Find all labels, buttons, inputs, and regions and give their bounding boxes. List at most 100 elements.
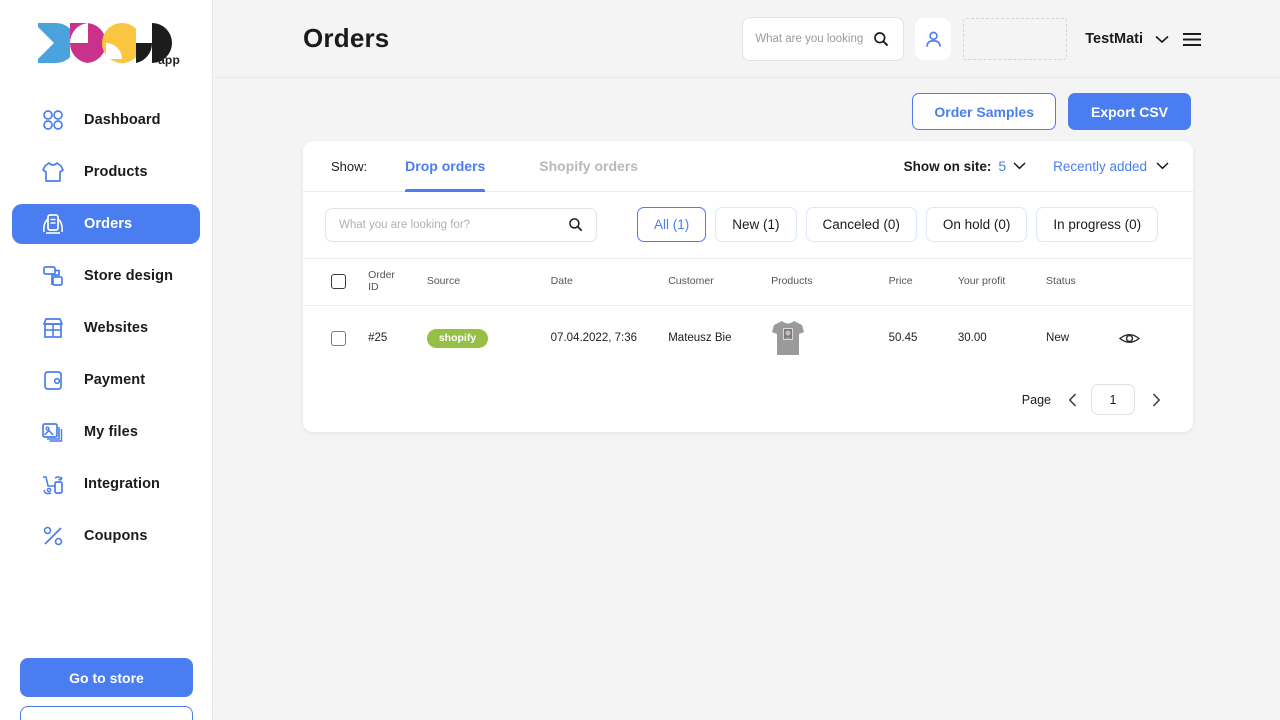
show-on-site-select[interactable]: Show on site: 5 bbox=[904, 158, 1027, 174]
order-samples-button[interactable]: Order Samples bbox=[912, 93, 1056, 130]
user-avatar-button[interactable] bbox=[915, 18, 951, 60]
sidebar-item-label: Coupons bbox=[84, 528, 148, 544]
show-on-site-value: 5 bbox=[998, 158, 1006, 174]
row-checkbox[interactable] bbox=[331, 331, 346, 346]
col-products: Products bbox=[771, 259, 889, 306]
cell-date: 07.04.2022, 7:36 bbox=[551, 306, 669, 371]
paint-roller-icon bbox=[40, 263, 66, 289]
pagination: Page 1 bbox=[303, 370, 1193, 432]
sidebar-item-my-files[interactable]: My files bbox=[12, 412, 200, 452]
chevron-right-icon bbox=[1152, 393, 1161, 407]
tab-drop-orders[interactable]: Drop orders bbox=[405, 141, 485, 192]
col-price: Price bbox=[889, 259, 958, 306]
user-name: TestMati bbox=[1085, 31, 1143, 47]
sidebar-item-label: Products bbox=[84, 164, 148, 180]
cell-actions bbox=[1119, 306, 1193, 371]
filter-chip-all[interactable]: All (1) bbox=[637, 207, 706, 242]
chevron-down-icon[interactable] bbox=[1155, 35, 1169, 44]
sidebar-item-label: Websites bbox=[84, 320, 148, 336]
sidebar-item-label: Orders bbox=[84, 216, 132, 232]
tshirt-thumbnail-icon bbox=[771, 319, 805, 357]
filter-chip-new[interactable]: New (1) bbox=[715, 207, 796, 242]
images-icon bbox=[40, 419, 66, 445]
table-search[interactable] bbox=[325, 208, 597, 242]
sidebar-item-label: Payment bbox=[84, 372, 145, 388]
cell-source: shopify bbox=[427, 306, 551, 371]
cell-profit: 30.00 bbox=[958, 306, 1046, 371]
sidebar-item-label: Store design bbox=[84, 268, 173, 284]
global-search[interactable] bbox=[742, 17, 904, 61]
filter-chip-in-progress[interactable]: In progress (0) bbox=[1036, 207, 1158, 242]
table-body: #25 shopify 07.04.2022, 7:36 Mateusz Bie bbox=[303, 306, 1193, 371]
go-to-store-button[interactable]: Go to store bbox=[20, 658, 193, 697]
sidebar-item-products[interactable]: Products bbox=[12, 152, 200, 192]
sort-select[interactable]: Recently added bbox=[1053, 159, 1169, 174]
wallet-icon bbox=[40, 367, 66, 393]
export-csv-button[interactable]: Export CSV bbox=[1068, 93, 1191, 130]
sidebar-item-integration[interactable]: Integration bbox=[12, 464, 200, 504]
card-header-right: Show on site: 5 Recently added bbox=[904, 158, 1169, 174]
sidebar-item-label: Dashboard bbox=[84, 112, 161, 128]
cell-customer: Mateusz Bie bbox=[668, 306, 771, 371]
shopify-badge: shopify bbox=[427, 329, 488, 348]
table-header: Order ID Source Date Customer Products P… bbox=[303, 259, 1193, 306]
col-source: Source bbox=[427, 259, 551, 306]
table-row[interactable]: #25 shopify 07.04.2022, 7:36 Mateusz Bie bbox=[303, 306, 1193, 371]
filter-chip-on-hold[interactable]: On hold (0) bbox=[926, 207, 1028, 242]
hamburger-menu-icon[interactable] bbox=[1182, 32, 1202, 47]
sidebar: app Dashboard Products bbox=[0, 0, 213, 720]
table-header-row: Order ID Source Date Customer Products P… bbox=[303, 259, 1193, 306]
prev-page-button[interactable] bbox=[1059, 387, 1085, 413]
col-select-all bbox=[303, 259, 368, 306]
status-filter-chips: All (1) New (1) Canceled (0) On hold (0)… bbox=[637, 207, 1158, 242]
chevron-left-icon bbox=[1068, 393, 1077, 407]
show-label: Show: bbox=[331, 159, 367, 174]
sidebar-item-websites[interactable]: Websites bbox=[12, 308, 200, 348]
storefront-icon bbox=[40, 315, 66, 341]
col-profit: Your profit bbox=[958, 259, 1046, 306]
select-all-checkbox[interactable] bbox=[331, 274, 346, 289]
orders-icon bbox=[40, 211, 66, 237]
top-bar: Orders TestMati bbox=[213, 0, 1280, 78]
search-input[interactable] bbox=[755, 33, 867, 45]
chevron-down-icon bbox=[1013, 162, 1026, 170]
sidebar-item-label: My files bbox=[84, 424, 138, 440]
eye-icon[interactable] bbox=[1119, 331, 1140, 346]
col-date: Date bbox=[551, 259, 669, 306]
sidebar-item-payment[interactable]: Payment bbox=[12, 360, 200, 400]
sidebar-item-dashboard[interactable]: Dashboard bbox=[12, 100, 200, 140]
cell-price: 50.45 bbox=[889, 306, 958, 371]
col-order-id: Order ID bbox=[368, 259, 427, 306]
orders-table: Order ID Source Date Customer Products P… bbox=[303, 258, 1193, 370]
filter-row: All (1) New (1) Canceled (0) On hold (0)… bbox=[303, 192, 1193, 258]
cell-products bbox=[771, 306, 889, 371]
sidebar-item-coupons[interactable]: Coupons bbox=[12, 516, 200, 556]
col-customer: Customer bbox=[668, 259, 771, 306]
sidebar-item-store-design[interactable]: Store design bbox=[12, 256, 200, 296]
tab-list: Drop orders Shopify orders bbox=[405, 141, 638, 192]
tab-shopify-orders[interactable]: Shopify orders bbox=[539, 141, 638, 192]
col-order-id-line2: ID bbox=[368, 281, 427, 293]
avatar bbox=[923, 29, 944, 50]
pagination-label: Page bbox=[1022, 393, 1051, 407]
page-title: Orders bbox=[303, 23, 389, 54]
col-order-id-line1: Order bbox=[368, 269, 427, 281]
cell-order-id: #25 bbox=[368, 306, 427, 371]
sidebar-item-orders[interactable]: Orders bbox=[12, 204, 200, 244]
current-page-input[interactable]: 1 bbox=[1091, 384, 1135, 415]
logo-shapes-icon bbox=[36, 19, 176, 65]
main-content: Orders TestMati bbox=[213, 0, 1280, 720]
app-root: app Dashboard Products bbox=[0, 0, 1280, 720]
page-actions: Order Samples Export CSV bbox=[912, 93, 1191, 130]
secondary-sidebar-button[interactable] bbox=[20, 706, 193, 720]
brand-logo[interactable]: app bbox=[0, 0, 212, 78]
logo-app-suffix: app bbox=[158, 53, 180, 67]
table-search-input[interactable] bbox=[339, 219, 554, 231]
percent-icon bbox=[40, 523, 66, 549]
drop-logo-mark: app bbox=[36, 19, 176, 65]
card-header: Show: Drop orders Shopify orders Show on… bbox=[303, 141, 1193, 192]
filter-chip-canceled[interactable]: Canceled (0) bbox=[806, 207, 917, 242]
sort-label: Recently added bbox=[1053, 159, 1147, 174]
next-page-button[interactable] bbox=[1143, 387, 1169, 413]
sidebar-item-label: Integration bbox=[84, 476, 160, 492]
